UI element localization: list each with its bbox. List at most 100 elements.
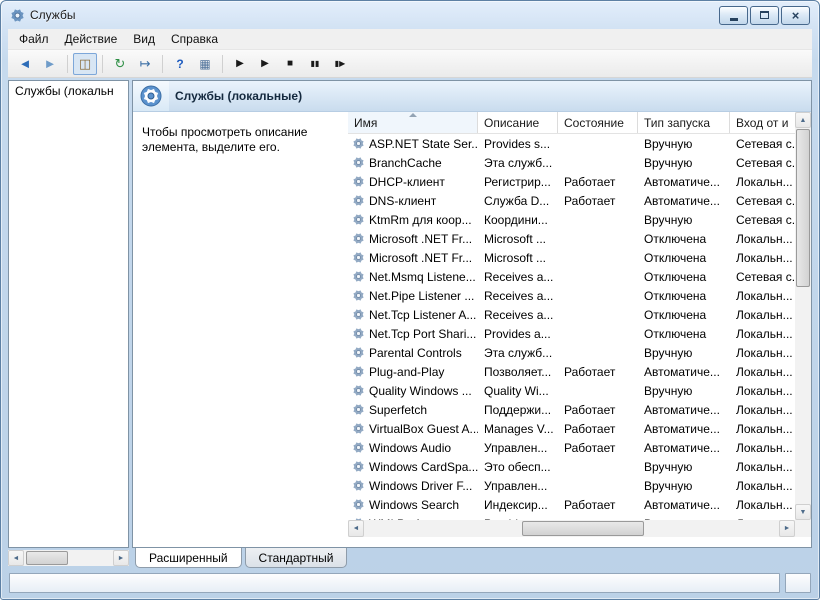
column-header-startup[interactable]: Тип запуска — [638, 112, 730, 133]
service-row[interactable]: VirtualBox Guest A... Manages V... Работ… — [348, 419, 795, 438]
extended-view-button[interactable]: ▦ — [193, 53, 217, 75]
window-title: Службы — [30, 8, 75, 22]
tree-scroll-left-icon[interactable]: ◄ — [8, 550, 24, 566]
service-row[interactable]: Parental Controls Эта служб... Вручную Л… — [348, 343, 795, 362]
stop-service-button[interactable]: ■ — [278, 53, 302, 75]
service-gear-icon — [352, 479, 365, 492]
service-gear-icon — [352, 289, 365, 302]
service-row[interactable]: Net.Pipe Listener ... Receives a... Откл… — [348, 286, 795, 305]
service-gear-icon — [352, 308, 365, 321]
services-listview: Имя Описание Состояние Тип запуска Вход … — [348, 112, 795, 520]
service-row[interactable]: ASP.NET State Ser... Provides s... Вручн… — [348, 134, 795, 153]
service-startup-type: Вручную — [638, 479, 730, 493]
service-row[interactable]: Windows Search Индексир... Работает Авто… — [348, 495, 795, 514]
tree-root-services[interactable]: Службы (локальн — [15, 84, 126, 98]
pause-service-button[interactable]: ▮▮ — [303, 53, 327, 75]
service-row[interactable]: BranchCache Эта служб... Вручную Сетевая… — [348, 153, 795, 172]
toolbar-separator — [222, 55, 223, 73]
service-row[interactable]: DNS-клиент Служба D... Работает Автомати… — [348, 191, 795, 210]
service-name: ASP.NET State Ser... — [369, 137, 478, 151]
service-row[interactable]: Plug-and-Play Позволяет... Работает Авто… — [348, 362, 795, 381]
service-gear-icon — [352, 175, 365, 188]
tree-scroll-thumb[interactable] — [26, 551, 68, 565]
close-button[interactable]: × — [781, 6, 810, 25]
tab-extended[interactable]: Расширенный — [135, 548, 242, 568]
menu-help[interactable]: Справка — [163, 29, 226, 49]
service-name: DNS-клиент — [369, 194, 436, 208]
resume-service-button[interactable]: ▶ — [253, 53, 277, 75]
service-row[interactable]: Net.Msmq Listene... Receives a... Отключ… — [348, 267, 795, 286]
column-header-logon[interactable]: Вход от и — [730, 112, 795, 133]
back-button[interactable]: ◄ — [13, 53, 37, 75]
horizontal-scroll-track[interactable] — [364, 520, 779, 537]
tree-scroll-track[interactable] — [24, 550, 113, 566]
main-header-title: Службы (локальные) — [169, 89, 302, 103]
start-service-button[interactable]: ▶ — [228, 53, 252, 75]
service-description: Receives a... — [478, 308, 558, 322]
service-row[interactable]: KtmRm для коор... Координи... Вручную Се… — [348, 210, 795, 229]
help-button[interactable]: ? — [168, 53, 192, 75]
service-row[interactable]: DHCP-клиент Регистрир... Работает Автома… — [348, 172, 795, 191]
scrollbar-corner — [795, 520, 811, 537]
service-startup-type: Автоматиче... — [638, 422, 730, 436]
maximize-button[interactable] — [750, 6, 779, 25]
service-row[interactable]: Windows Driver F... Управлен... Вручную … — [348, 476, 795, 495]
service-row[interactable]: Net.Tcp Listener A... Receives a... Откл… — [348, 305, 795, 324]
service-logon-as: Сетевая с... — [730, 213, 795, 227]
service-rows: ASP.NET State Ser... Provides s... Вручн… — [348, 134, 795, 520]
service-row[interactable]: Superfetch Поддержи... Работает Автомати… — [348, 400, 795, 419]
refresh-button[interactable]: ↻ — [108, 53, 132, 75]
service-description: Поддержи... — [478, 403, 558, 417]
status-pane-secondary — [785, 573, 811, 593]
status-bar — [8, 569, 812, 599]
service-row[interactable]: Windows CardSpa... Это обесп... Вручную … — [348, 457, 795, 476]
scroll-left-icon[interactable]: ◄ — [348, 520, 364, 537]
horizontal-scrollbar[interactable]: ◄ ► — [348, 520, 795, 537]
horizontal-scroll-thumb[interactable] — [522, 521, 644, 536]
service-logon-as: Сетевая с... — [730, 194, 795, 208]
column-header-name[interactable]: Имя — [348, 112, 478, 133]
services-header-icon — [140, 85, 162, 107]
column-header-status[interactable]: Состояние — [558, 112, 638, 133]
tree-horizontal-scrollbar[interactable]: ◄ ► — [8, 550, 129, 566]
service-status: Работает — [558, 194, 638, 208]
export-list-button[interactable]: ↦ — [133, 53, 157, 75]
main-header: Службы (локальные) — [133, 81, 811, 112]
restart-service-button[interactable]: ▮▶ — [328, 53, 352, 75]
service-description: Координи... — [478, 213, 558, 227]
tab-standard[interactable]: Стандартный — [245, 548, 348, 568]
vertical-scrollbar[interactable]: ▲ ▼ — [795, 112, 811, 520]
service-gear-icon — [352, 232, 365, 245]
forward-button[interactable]: ► — [38, 53, 62, 75]
service-status: Работает — [558, 498, 638, 512]
menu-view[interactable]: Вид — [125, 29, 163, 49]
scroll-up-icon[interactable]: ▲ — [795, 112, 811, 128]
tree-scroll-right-icon[interactable]: ► — [113, 550, 129, 566]
export-list-icon: ↦ — [140, 57, 151, 70]
scroll-right-icon[interactable]: ► — [779, 520, 795, 537]
service-row[interactable]: Microsoft .NET Fr... Microsoft ... Отклю… — [348, 229, 795, 248]
scroll-down-icon[interactable]: ▼ — [795, 504, 811, 520]
service-logon-as: Сетевая с... — [730, 156, 795, 170]
titlebar[interactable]: Службы × — [8, 1, 812, 29]
description-hint: Чтобы просмотреть описание элемента, выд… — [133, 112, 348, 547]
menu-file[interactable]: Файл — [11, 29, 57, 49]
service-description: Provides a... — [478, 327, 558, 341]
menu-action[interactable]: Действие — [57, 29, 126, 49]
service-logon-as: Локальн... — [730, 384, 795, 398]
minimize-button[interactable] — [719, 6, 748, 25]
maximize-icon — [760, 11, 769, 19]
service-startup-type: Автоматиче... — [638, 365, 730, 379]
service-row[interactable]: Microsoft .NET Fr... Microsoft ... Отклю… — [348, 248, 795, 267]
vertical-scroll-track[interactable] — [795, 128, 811, 504]
service-description: Manages V... — [478, 422, 558, 436]
vertical-scroll-thumb[interactable] — [796, 129, 810, 287]
service-row[interactable]: Net.Tcp Port Shari... Provides a... Откл… — [348, 324, 795, 343]
service-row[interactable]: Windows Audio Управлен... Работает Автом… — [348, 438, 795, 457]
service-startup-type: Автоматиче... — [638, 175, 730, 189]
show-console-tree-button[interactable]: ◫ — [73, 53, 97, 75]
service-row[interactable]: Quality Windows ... Quality Wi... Вручну… — [348, 381, 795, 400]
console-tree-panel: Службы (локальн — [8, 80, 129, 548]
service-description: Microsoft ... — [478, 232, 558, 246]
column-header-desc[interactable]: Описание — [478, 112, 558, 133]
